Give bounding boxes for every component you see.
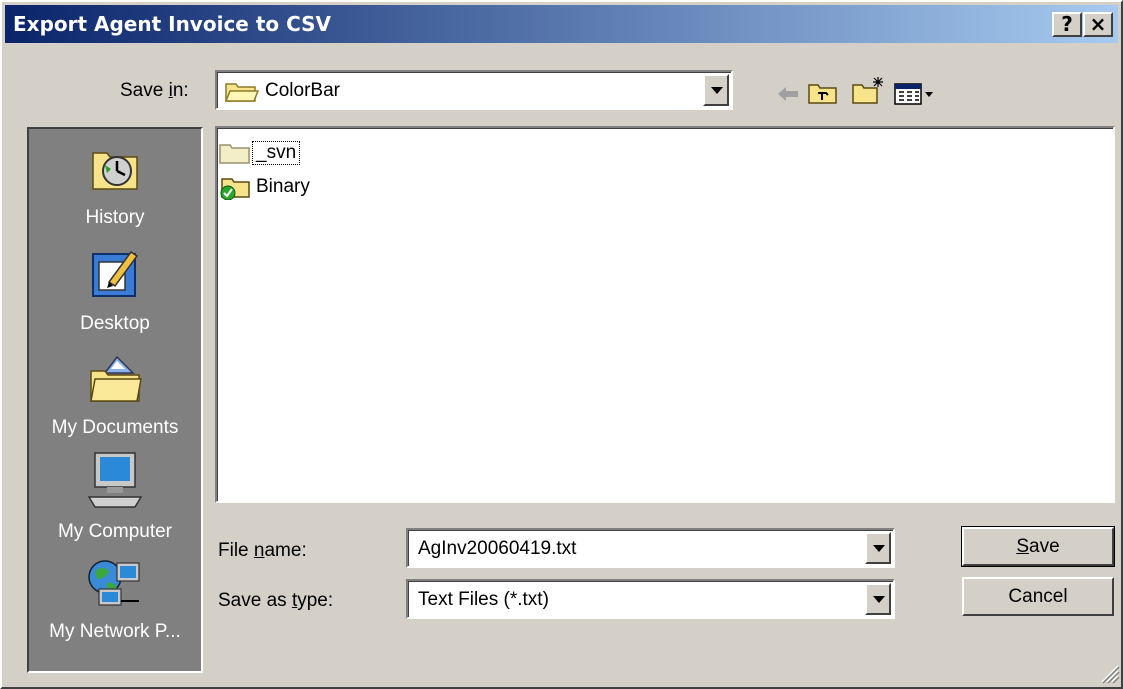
up-folder-icon[interactable] <box>807 80 839 106</box>
save-in-dropdown[interactable]: ColorBar <box>215 70 733 110</box>
save-in-dropdown-button[interactable] <box>703 74 729 106</box>
history-icon <box>92 152 138 190</box>
dialog-title: Export Agent Invoice to CSV <box>13 12 332 36</box>
file-name-input[interactable]: AgInv20060419.txt <box>418 538 576 560</box>
export-dialog: Export Agent Invoice to CSV ? × Save in:… <box>0 0 1123 689</box>
cancel-button[interactable]: Cancel <box>962 577 1114 616</box>
place-my-computer[interactable]: My Computer <box>29 451 201 551</box>
help-icon: ? <box>1061 12 1073 36</box>
place-desktop[interactable]: Desktop <box>29 246 201 346</box>
place-my-documents[interactable]: My Documents <box>29 351 201 451</box>
desktop-icon <box>92 250 139 297</box>
save-as-type-value: Text Files (*.txt) <box>418 589 549 610</box>
place-label: Desktop <box>80 313 150 334</box>
chevron-down-icon <box>873 545 885 552</box>
resize-grip-icon[interactable] <box>1098 662 1120 684</box>
place-label: My Computer <box>57 521 173 542</box>
save-as-type-dropdown[interactable]: Text Files (*.txt) <box>406 579 895 619</box>
file-name-combo[interactable]: AgInv20060419.txt <box>406 528 895 568</box>
help-button[interactable]: ? <box>1052 12 1082 37</box>
save-as-type-dropdown-button[interactable] <box>865 583 891 615</box>
place-history[interactable]: History <box>29 143 201 243</box>
title-bar[interactable]: Export Agent Invoice to CSV ? × <box>5 5 1118 43</box>
close-icon: × <box>1089 12 1107 36</box>
file-list[interactable]: _svn Binary <box>215 126 1115 503</box>
chevron-down-icon <box>873 596 885 603</box>
file-name-dropdown-button[interactable] <box>865 532 891 564</box>
place-label: My Documents <box>51 417 179 438</box>
close-button[interactable]: × <box>1083 12 1113 37</box>
places-bar: History Desktop My Documents My Computer… <box>27 127 203 673</box>
view-menu-icon[interactable] <box>894 82 936 106</box>
file-item-binary[interactable]: Binary <box>219 174 339 200</box>
my-network-places-icon <box>88 560 140 606</box>
file-name: Binary <box>256 176 310 197</box>
save-in-label: Save in: <box>120 80 189 101</box>
save-as-type-label: Save as type: <box>218 590 334 611</box>
save-button[interactable]: Save <box>961 526 1115 567</box>
save-in-value: ColorBar <box>265 80 340 101</box>
back-arrow-icon[interactable] <box>774 82 802 106</box>
folder-icon <box>219 144 250 164</box>
place-label: History <box>85 207 145 228</box>
file-name-label: File name: <box>218 540 307 561</box>
open-folder-icon <box>225 83 259 102</box>
place-my-network-places[interactable]: My Network P... <box>29 557 201 657</box>
new-folder-icon[interactable] <box>851 76 885 106</box>
chevron-down-icon <box>711 87 723 94</box>
file-item-svn[interactable]: _svn <box>219 140 339 166</box>
my-computer-icon <box>87 452 143 508</box>
folder-svn-icon <box>220 178 250 200</box>
file-name: _svn <box>251 141 301 165</box>
place-label: My Network P... <box>49 621 181 642</box>
my-documents-icon <box>90 355 142 402</box>
